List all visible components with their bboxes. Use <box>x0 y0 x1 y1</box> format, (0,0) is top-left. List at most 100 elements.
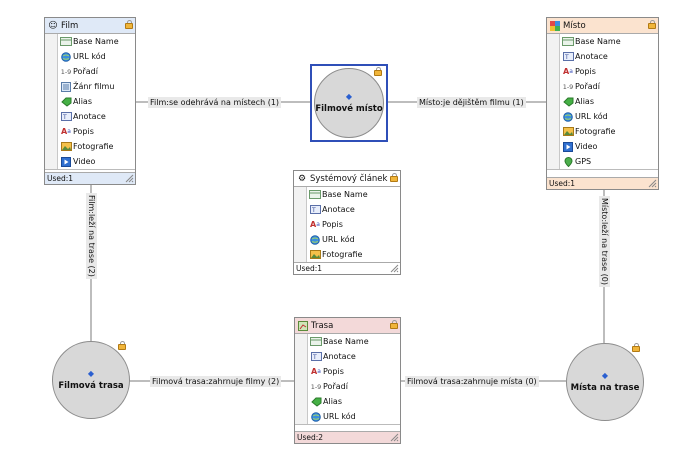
svg-text:T: T <box>311 207 316 214</box>
sequence-icon: 1-9 <box>562 82 574 91</box>
field-row[interactable]: Base Name <box>547 34 658 49</box>
entity-film-header[interactable]: ☺ Film <box>45 18 135 34</box>
field-row[interactable]: Aa Popis <box>294 217 400 232</box>
entity-misto-header[interactable]: Místo <box>547 18 658 34</box>
list-icon <box>60 81 72 92</box>
field-row[interactable]: Base Name <box>45 34 135 49</box>
globe-icon <box>562 111 574 122</box>
row-gutter <box>547 79 560 94</box>
field-row[interactable]: 1-9 Pořadí <box>45 64 135 79</box>
field-row[interactable]: Aa Popis <box>295 364 400 379</box>
row-gutter <box>45 139 58 154</box>
field-row[interactable]: 1-9 Pořadí <box>547 79 658 94</box>
lock-icon[interactable] <box>374 67 382 76</box>
row-gutter <box>295 349 308 364</box>
field-row[interactable]: Fotografie <box>45 139 135 154</box>
field-row[interactable]: T Anotace <box>295 349 400 364</box>
field-row[interactable]: Fotografie <box>547 124 658 139</box>
resize-grip-icon[interactable] <box>125 174 134 183</box>
field-row[interactable]: Fotografie <box>294 247 400 262</box>
field-row[interactable]: T Anotace <box>547 49 658 64</box>
row-gutter <box>45 79 58 94</box>
field-row[interactable]: T Anotace <box>45 109 135 124</box>
lock-icon[interactable] <box>118 341 126 350</box>
smiley-icon: ☺ <box>48 20 58 31</box>
relation-title: Místa na trase <box>570 382 640 393</box>
entity-clanek-title: Systémový článek <box>310 173 388 184</box>
link-label-trasa-filmy[interactable]: Filmová trasa:zahrnuje filmy (2) <box>150 376 282 387</box>
entity-trasa-header[interactable]: Trasa <box>295 318 400 334</box>
entity-clanek-header[interactable]: ⚙ Systémový článek <box>294 171 400 187</box>
lock-icon[interactable] <box>390 320 398 329</box>
resize-grip-icon[interactable] <box>648 179 657 188</box>
resize-grip-icon[interactable] <box>390 264 399 273</box>
entity-misto[interactable]: Místo Base Name T Anotace Aa Popis 1-9 Pořadí A… <box>546 17 659 190</box>
tag-icon <box>60 97 72 107</box>
route-icon <box>298 320 308 331</box>
field-row[interactable]: Žánr filmu <box>45 79 135 94</box>
field-row[interactable]: Alias <box>45 94 135 109</box>
field-row[interactable]: Aa Popis <box>547 64 658 79</box>
text-style-icon: Aa <box>61 127 71 136</box>
field-label: Popis <box>322 220 343 229</box>
field-row[interactable]: Video <box>547 139 658 154</box>
row-gutter <box>295 394 308 409</box>
entity-film[interactable]: ☺ Film Base Name URL kód 1-9 Pořadí Žánr fil… <box>44 17 136 185</box>
entity-systemovy-clanek[interactable]: ⚙ Systémový článek Base Name T Anotace Aa Po… <box>293 170 401 275</box>
field-row[interactable]: T Anotace <box>294 202 400 217</box>
entity-trasa[interactable]: Trasa Base Name T Anotace Aa Popis 1-9 Pořadí A… <box>294 317 401 444</box>
globe-icon <box>309 234 321 245</box>
field-row[interactable]: 1-9 Pořadí <box>295 379 400 394</box>
resize-grip-icon[interactable] <box>390 433 399 442</box>
globe-icon <box>60 51 72 62</box>
field-row[interactable]: URL kód <box>295 409 400 424</box>
field-row[interactable]: GPS <box>547 154 658 169</box>
entity-misto-used: Used:1 <box>547 177 658 189</box>
expand-arrows-icon[interactable]: ◆ <box>602 371 608 380</box>
field-row[interactable]: URL kód <box>547 109 658 124</box>
link-label-film-lezi[interactable]: Film:leží na trase (2) <box>86 193 97 279</box>
field-row[interactable]: Base Name <box>295 334 400 349</box>
expand-arrows-icon[interactable]: ◆ <box>88 369 94 378</box>
field-label: Alias <box>323 397 342 406</box>
row-gutter <box>294 232 307 247</box>
row-gutter <box>45 109 58 124</box>
field-row[interactable]: URL kód <box>45 49 135 64</box>
field-row[interactable]: Video <box>45 154 135 169</box>
row-gutter <box>547 49 560 64</box>
field-row[interactable]: Alias <box>295 394 400 409</box>
relation-filmove-misto[interactable]: ◆ Filmové místo <box>314 68 384 138</box>
field-label: Base Name <box>575 37 621 46</box>
table-icon <box>310 337 322 347</box>
field-label: Alias <box>73 97 92 106</box>
link-label-misto-misto[interactable]: Místo:je dějištěm filmu (1) <box>417 97 526 108</box>
field-label: Alias <box>575 97 594 106</box>
row-gutter <box>294 187 307 202</box>
relation-filmova-trasa[interactable]: ◆ Filmová trasa <box>52 341 130 419</box>
annotation-icon: T <box>310 352 322 362</box>
lock-icon[interactable] <box>648 20 656 29</box>
link-label-trasa-mista[interactable]: Filmová trasa:zahrnuje místa (0) <box>405 376 539 387</box>
field-row[interactable]: Alias <box>547 94 658 109</box>
tag-icon <box>562 97 574 107</box>
expand-arrows-icon[interactable]: ◆ <box>346 92 352 101</box>
link-label-film-misto[interactable]: Film:se odehrává na místech (1) <box>148 97 282 108</box>
field-label: URL kód <box>575 112 608 121</box>
row-gutter <box>295 379 308 394</box>
field-row[interactable]: Base Name <box>294 187 400 202</box>
text-style-icon: Aa <box>310 220 320 229</box>
row-gutter <box>295 409 308 424</box>
sequence-icon: 1-9 <box>60 67 72 76</box>
field-row[interactable]: URL kód <box>294 232 400 247</box>
lock-icon[interactable] <box>125 20 133 29</box>
field-row[interactable]: Aa Popis <box>45 124 135 139</box>
lock-icon[interactable] <box>632 343 640 352</box>
field-label: Popis <box>575 67 596 76</box>
photo-icon <box>562 127 574 137</box>
row-gutter <box>45 49 58 64</box>
field-label: Video <box>73 157 96 166</box>
lock-icon[interactable] <box>390 173 398 182</box>
field-label: Video <box>575 142 598 151</box>
relation-mista-na-trase[interactable]: ◆ Místa na trase <box>566 343 644 421</box>
link-label-misto-lezi[interactable]: Místo:leží na trase (0) <box>599 196 610 287</box>
